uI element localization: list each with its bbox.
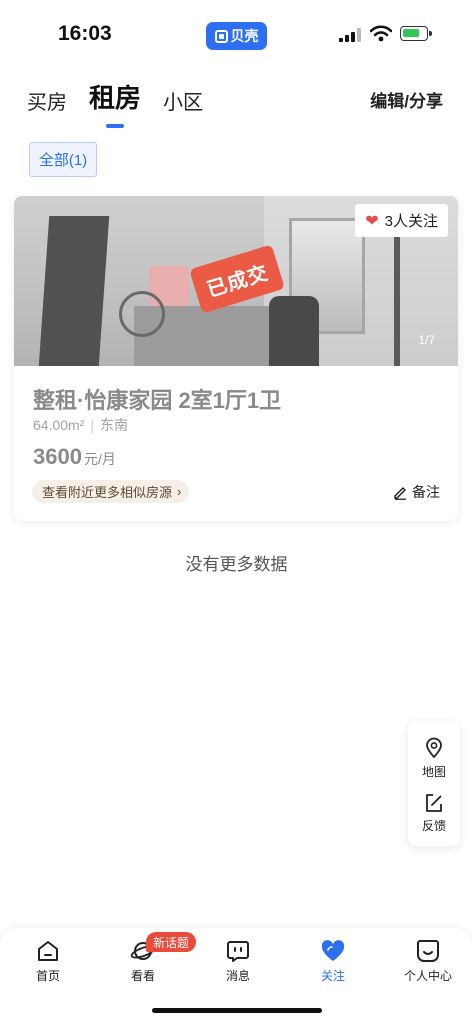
- end-of-list-text: 没有更多数据: [185, 555, 288, 574]
- new-topic-badge: 新话题: [146, 932, 196, 952]
- nearby-similar-link[interactable]: 查看附近更多相似房源 ›: [32, 480, 190, 503]
- follow-count-label: 3人关注: [384, 213, 438, 230]
- edit-square-icon: [426, 794, 442, 812]
- tab-buy[interactable]: 买房: [27, 86, 67, 115]
- message-icon: [227, 941, 249, 962]
- listing-area: 64.00m²: [33, 417, 85, 433]
- map-button[interactable]: 地图: [408, 737, 460, 780]
- battery-icon: [400, 26, 432, 41]
- nav-messages[interactable]: 消息: [198, 938, 278, 984]
- nav-follow-label: 关注: [320, 969, 345, 983]
- listing-orientation: 东南: [100, 417, 128, 433]
- app-pill-label: 贝壳: [230, 28, 259, 44]
- map-pin-icon: [426, 737, 442, 759]
- nav-profile-label: 个人中心: [403, 969, 452, 983]
- feedback-label: 反馈: [421, 819, 446, 833]
- beike-logo-icon: [214, 29, 228, 43]
- listing-title[interactable]: 整租·怡康家园 2室1厅1卫: [33, 383, 281, 415]
- tab-community[interactable]: 小区: [163, 86, 203, 115]
- edit-share-button[interactable]: 编辑/分享: [370, 87, 443, 112]
- filter-chip-all[interactable]: 全部(1): [29, 142, 97, 177]
- nav-home[interactable]: 首页: [8, 938, 88, 984]
- nav-home-label: 首页: [35, 969, 60, 983]
- status-time: 16:03: [58, 22, 112, 45]
- pencil-icon: [394, 486, 406, 500]
- image-counter: 1/7: [418, 333, 435, 347]
- price-value: 3600: [33, 444, 82, 469]
- follow-count-badge: ❤ 3人关注: [355, 204, 448, 237]
- home-indicator[interactable]: [152, 1008, 322, 1013]
- tab-rent[interactable]: 租房: [89, 78, 141, 115]
- heart-icon: ❤: [365, 212, 379, 230]
- listing-type-tabs: 买房 租房 小区: [27, 78, 203, 115]
- status-bar: 16:03 贝壳: [0, 0, 473, 70]
- listing-card[interactable]: ❤ 3人关注 已成交 1/7 整租·怡康家园 2室1厅1卫 64.00m² | 东南…: [14, 196, 458, 521]
- smile-icon: [417, 940, 439, 962]
- cellular-signal-icon: [339, 28, 361, 42]
- home-icon: [38, 941, 58, 961]
- floating-tools-panel: 地图 反馈: [408, 721, 460, 846]
- nearby-similar-label: 查看附近更多相似房源: [42, 485, 173, 500]
- price-unit: 元/月: [83, 451, 116, 467]
- feedback-button[interactable]: 反馈: [408, 793, 460, 834]
- heart-icon: [321, 940, 345, 961]
- listing-photo[interactable]: ❤ 3人关注 已成交 1/7: [14, 196, 458, 366]
- nav-follow[interactable]: 关注: [293, 938, 373, 984]
- note-button[interactable]: 备注: [393, 482, 440, 502]
- nav-profile[interactable]: 个人中心: [388, 938, 468, 984]
- chevron-right-icon: ›: [177, 484, 182, 499]
- listing-meta: 64.00m² | 东南: [33, 417, 128, 433]
- wifi-icon: [370, 25, 392, 42]
- nav-messages-label: 消息: [225, 969, 250, 983]
- map-label: 地图: [421, 765, 446, 779]
- nav-explore-label: 看看: [130, 969, 155, 983]
- listing-price: 3600 元/月: [33, 444, 116, 470]
- app-indicator-pill[interactable]: 贝壳: [206, 22, 267, 50]
- note-label: 备注: [412, 484, 440, 500]
